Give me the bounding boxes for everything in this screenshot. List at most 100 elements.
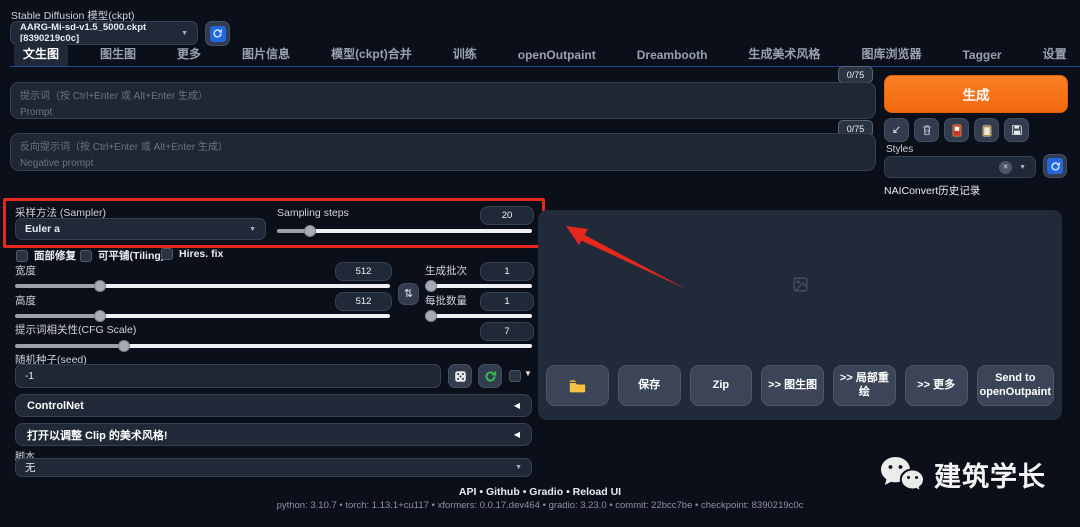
slider-handle[interactable] [93,310,106,322]
model-value: AARG-Mi-sd-v1.5_5000.ckpt [8390219c0c] [20,22,147,44]
tab-art-style[interactable]: 生成美术风格 [739,42,829,66]
send-to-inpaint-button[interactable]: >> 局部重绘 [833,365,896,406]
script-dropdown[interactable]: 无 ▼ [15,458,532,477]
hires-fix-label: Hires. fix [179,248,224,260]
output-gallery-panel: 保存 Zip >> 图生图 >> 局部重绘 >> 更多 Send to open… [538,210,1062,420]
prompt-placeholder: Prompt [20,106,53,118]
slider-handle[interactable] [425,280,437,292]
extra-networks-button[interactable] [944,118,969,142]
height-slider[interactable] [15,309,390,322]
controlnet-accordion[interactable]: ControlNet ◀ [15,394,532,417]
clipboard-icon [981,124,993,137]
reuse-seed-button[interactable] [478,364,502,388]
negative-prompt-input[interactable]: 反向提示词（按 Ctrl+Enter 或 Alt+Enter 生成） Negat… [10,133,876,171]
tab-txt2img[interactable]: 文生图 [14,42,69,66]
slider-handle[interactable] [304,225,317,237]
folder-icon [569,379,586,393]
footer-link-reload-ui[interactable]: Reload UI [573,486,621,498]
footer-separator: • [566,486,570,498]
sampler-value: Euler a [25,223,61,235]
tab-image-browser[interactable]: 图库浏览器 [852,42,930,66]
slider-handle[interactable] [425,310,437,322]
flower-card-icon [951,123,963,137]
tab-img2img[interactable]: 图生图 [91,42,145,66]
seed-extra-caret-icon[interactable]: ▼ [524,369,532,378]
checkbox-icon[interactable] [80,249,92,262]
checkbox-icon[interactable] [16,249,28,262]
tab-openoutpaint[interactable]: openOutpaint [509,45,605,66]
clip-accordion-title: 打开以调整 Clip 的美术风格! [27,429,168,442]
save-style-button[interactable] [1004,118,1029,142]
batch-size-slider[interactable] [425,309,532,322]
controlnet-title: ControlNet [27,399,84,412]
send-to-img2img-button[interactable]: >> 图生图 [761,365,824,406]
extra-seed-checkbox[interactable] [509,370,521,382]
nai-convert-history-label[interactable]: NAIConvert历史记录 [884,183,980,198]
steps-value[interactable]: 20 [480,206,534,225]
width-slider[interactable] [15,279,390,292]
batch-count-label: 生成批次 [425,265,467,277]
batch-count-slider[interactable] [425,279,532,292]
styles-dropdown[interactable]: ✕ ▼ [884,156,1036,178]
prompt-label: 提示词（按 Ctrl+Enter 或 Alt+Enter 生成） [20,91,208,102]
open-folder-button[interactable] [546,365,609,406]
sd-webui-app: Stable Diffusion 模型(ckpt) AARG-Mi-sd-v1.… [0,0,1080,527]
script-value: 无 [25,462,36,474]
chevron-left-icon: ◀ [513,401,520,410]
steps-label: Sampling steps [277,207,349,219]
chevron-left-icon: ◀ [513,430,520,439]
slider-handle[interactable] [117,340,130,352]
random-seed-button[interactable] [448,364,472,388]
save-button[interactable]: 保存 [617,365,681,406]
generate-button[interactable]: 生成 [884,75,1068,113]
cfg-slider[interactable] [15,339,532,352]
tab-dreambooth[interactable]: Dreambooth [628,45,717,66]
seed-input[interactable] [15,364,441,388]
sampler-dropdown[interactable]: Euler a ▼ [15,218,266,240]
refresh-icon [1047,158,1063,174]
batch-size-label: 每批数量 [425,295,467,307]
swap-icon: ⇅ [403,287,414,300]
main-tabbar: 文生图 图生图 更多 图片信息 模型(ckpt)合并 训练 openOutpai… [10,42,1080,67]
footer-links: API • Github • Gradio • Reload UI [0,486,1080,498]
face-restore-checkbox[interactable]: 面部修复 [16,248,76,263]
send-to-openoutpaint-button[interactable]: Send to openOutpaint [976,365,1054,406]
zip-button[interactable]: Zip [689,365,753,406]
dice-icon [454,370,467,383]
prompt-token-counter: 0/75 [838,66,873,83]
chevron-down-icon: ▼ [1019,163,1026,171]
swap-dimensions-button[interactable]: ⇅ [398,283,419,305]
tab-tagger[interactable]: Tagger [953,45,1010,66]
chevron-down-icon: ▼ [515,464,522,471]
tab-settings[interactable]: 设置 [1034,42,1076,66]
footer-separator: • [522,486,527,498]
styles-refresh-button[interactable] [1043,154,1067,178]
face-restore-label: 面部修复 [34,250,76,262]
slider-handle[interactable] [93,280,106,292]
clip-aesthetic-accordion[interactable]: 打开以调整 Clip 的美术风格! ◀ [15,423,532,446]
tab-extras[interactable]: 更多 [168,42,210,66]
steps-slider[interactable] [277,224,532,237]
read-generation-params-button[interactable]: ↙ [884,118,909,142]
tab-checkpoint-merger[interactable]: 模型(ckpt)合并 [322,42,421,66]
footer-version-info: python: 3.10.7 • torch: 1.13.1+cu117 • x… [276,500,804,511]
image-placeholder-icon [792,276,809,293]
tab-train[interactable]: 训练 [444,42,486,66]
footer-link-gradio[interactable]: Gradio [529,486,563,498]
hires-fix-checkbox[interactable]: Hires. fix [161,248,223,260]
tab-png-info[interactable]: 图片信息 [233,42,299,66]
negative-prompt-label: 反向提示词（按 Ctrl+Enter 或 Alt+Enter 生成） [20,142,228,153]
clear-prompt-button[interactable] [914,118,939,142]
quick-actions-row: ↙ [884,118,1029,142]
arrow-southwest-icon: ↙ [891,123,902,136]
send-to-extras-button[interactable]: >> 更多 [904,365,968,406]
chevron-down-icon: ▼ [181,29,188,37]
checkbox-icon[interactable] [161,248,173,260]
cfg-label: 提示词相关性(CFG Scale) [15,324,137,336]
footer-link-api[interactable]: API [459,486,477,498]
tiling-checkbox[interactable]: 可平铺(Tiling) [80,248,164,263]
footer-link-github[interactable]: Github [486,486,520,498]
clear-styles-icon[interactable]: ✕ [999,160,1013,174]
prompt-input[interactable]: 提示词（按 Ctrl+Enter 或 Alt+Enter 生成） Prompt [10,82,876,119]
apply-style-clipboard-button[interactable] [974,118,999,142]
